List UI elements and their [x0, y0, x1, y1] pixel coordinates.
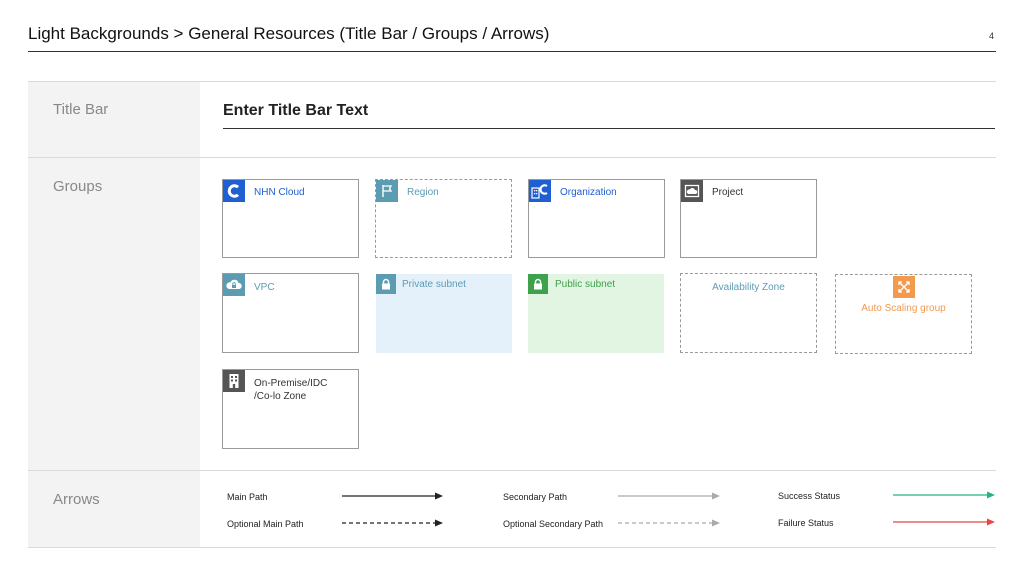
secondary-path-arrow	[618, 492, 720, 500]
success-status-arrow	[893, 491, 995, 499]
optional-main-path-arrow	[342, 519, 443, 527]
optional-secondary-path-arrow	[618, 519, 720, 527]
failure-status-arrow	[893, 518, 995, 526]
arrow-samples	[342, 491, 995, 527]
main-path-arrow	[342, 492, 443, 500]
